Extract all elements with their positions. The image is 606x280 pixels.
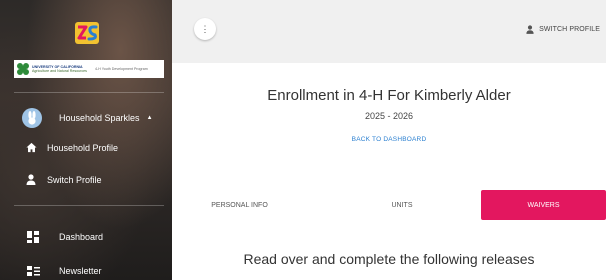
tab-personal-info[interactable]: PERSONAL INFO	[172, 190, 307, 220]
household-selector[interactable]: Household Sparkles ▲	[0, 108, 172, 128]
waivers-heading: Read over and complete the following rel…	[243, 251, 535, 267]
sidebar-item-label: Newsletter	[59, 266, 102, 276]
enrollment-tabs: PERSONAL INFO UNITS WAIVERS	[172, 190, 606, 220]
kebab-menu-icon[interactable]: ⋮	[194, 18, 216, 40]
page-title: Enrollment in 4-H For Kimberly Alder	[267, 87, 511, 104]
switch-profile-label: SWITCH PROFILE	[539, 26, 600, 33]
sidebar-item-label: Switch Profile	[47, 174, 102, 185]
newsletter-icon	[23, 266, 43, 276]
enrollment-year: 2025 - 2026	[364, 111, 414, 121]
uc-4h-banner: UNIVERSITY OF CALIFORNIA Agriculture and…	[14, 60, 164, 78]
top-bar: ⋮ SWITCH PROFILE	[172, 0, 606, 60]
clover-logo-icon	[17, 63, 29, 75]
sidebar-item-label: Household Profile	[47, 142, 119, 153]
person-icon	[22, 174, 40, 185]
uc-org-line2: Agriculture and Natural Resources	[32, 69, 87, 73]
sidebar-item-switch-profile[interactable]: Switch Profile	[0, 174, 172, 185]
sidebar-divider	[14, 92, 164, 93]
switch-profile-button[interactable]: SWITCH PROFILE	[526, 25, 600, 34]
home-icon	[22, 142, 40, 153]
sidebar-item-label: Dashboard	[59, 232, 104, 242]
back-to-dashboard-link[interactable]: BACK TO DASHBOARD	[172, 136, 606, 143]
sidebar-item-dashboard[interactable]: Dashboard	[0, 231, 172, 243]
dashboard-icon	[23, 231, 43, 243]
sidebar-item-household-profile[interactable]: Household Profile	[0, 142, 172, 153]
sidebar-item-newsletter[interactable]: Newsletter	[0, 266, 172, 276]
tab-units[interactable]: UNITS	[327, 190, 477, 220]
household-name: Household Sparkles	[59, 113, 140, 123]
expand-caret-icon: ▲	[146, 115, 153, 121]
bunny-avatar-icon	[22, 108, 42, 128]
sidebar-divider	[14, 205, 164, 206]
zsuite-logo-icon[interactable]	[72, 18, 102, 48]
person-icon	[526, 25, 534, 34]
back-to-dashboard-label: BACK TO DASHBOARD	[351, 136, 427, 143]
enrollment-card: Enrollment in 4-H For Kimberly Alder 202…	[172, 63, 606, 280]
uc-org-name: UNIVERSITY OF CALIFORNIA Agriculture and…	[32, 65, 92, 73]
uc-program-name: 4-H Youth Development Program	[95, 67, 148, 71]
tab-waivers[interactable]: WAIVERS	[481, 190, 606, 220]
sidebar: UNIVERSITY OF CALIFORNIA Agriculture and…	[0, 0, 172, 280]
